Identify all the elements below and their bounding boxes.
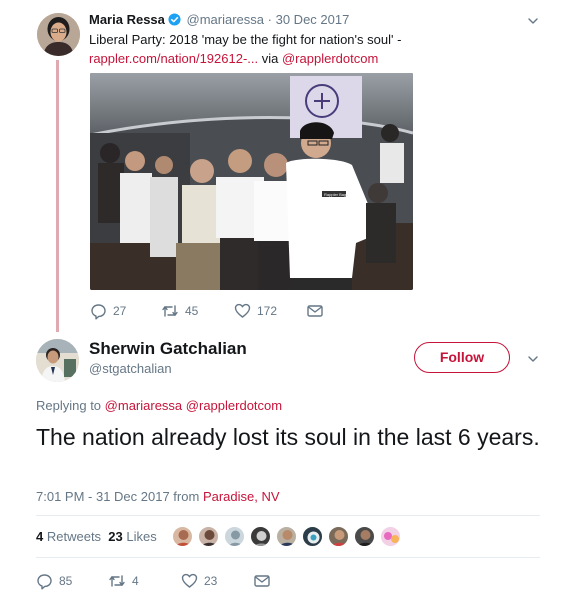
retweets-stat[interactable]: 4 Retweets	[36, 529, 101, 544]
author-avatar[interactable]	[37, 13, 80, 56]
time-date[interactable]: 7:01 PM - 31 Dec 2017 from	[36, 489, 199, 504]
reply-author-handle[interactable]: @stgatchalian	[89, 361, 172, 376]
reply-icon	[36, 573, 53, 590]
retweet-action[interactable]: 4	[108, 571, 139, 591]
tweet-text-line: Liberal Party: 2018 'may be the fight fo…	[89, 32, 402, 47]
retweet-count: 4	[132, 574, 139, 588]
divider	[36, 557, 540, 558]
author-handle[interactable]: @mariaressa	[187, 12, 265, 27]
reply-tweet-text: The nation already lost its soul in the …	[36, 424, 540, 450]
follow-button[interactable]: Follow	[414, 342, 510, 373]
like-action[interactable]: 23	[181, 571, 217, 591]
liker-avatar[interactable]	[302, 526, 323, 547]
replying-to-label: Replying to	[36, 398, 102, 413]
mention-link[interactable]: @mariaressa	[105, 398, 183, 413]
liker-avatar[interactable]	[250, 526, 271, 547]
like-count: 172	[257, 304, 278, 318]
liker-avatar[interactable]	[198, 526, 219, 547]
location-link[interactable]: Paradise, NV	[203, 489, 280, 504]
reply-icon	[90, 303, 107, 320]
replying-to: Replying to @mariaressa @rapplerdotcom	[36, 398, 282, 413]
reply-action[interactable]: 27	[90, 301, 126, 321]
divider	[36, 515, 540, 516]
tweet-photo[interactable]: Rappler Bags	[90, 73, 413, 290]
envelope-icon	[254, 574, 270, 588]
heart-icon	[181, 573, 198, 589]
liker-avatar[interactable]	[172, 526, 193, 547]
like-action[interactable]: 172	[234, 301, 277, 321]
liker-avatar[interactable]	[380, 526, 401, 547]
reply-action[interactable]: 85	[36, 571, 72, 591]
tweet-timestamp: 7:01 PM - 31 Dec 2017 from Paradise, NV	[36, 489, 280, 504]
retweets-stat-count: 4	[36, 529, 44, 544]
liker-avatar[interactable]	[354, 526, 375, 547]
retweet-icon	[108, 573, 126, 589]
reply-author-avatar[interactable]	[36, 339, 79, 382]
likes-stat-count: 23	[108, 529, 123, 544]
via-label: via	[261, 51, 279, 66]
retweets-stat-label: Retweets	[46, 529, 102, 544]
like-count: 23	[204, 574, 218, 588]
reply-count: 85	[59, 574, 73, 588]
tweet-stats: 4 Retweets 23 Likes	[36, 529, 157, 544]
liker-avatar[interactable]	[276, 526, 297, 547]
shirt-sign-text: Rappler Bags	[324, 192, 348, 197]
retweet-action[interactable]: 45	[161, 301, 198, 321]
parent-tweet: Maria Ressa @mariaressa · 30 Dec 2017 Li…	[0, 0, 576, 332]
reply-count: 27	[113, 304, 127, 318]
liker-avatar[interactable]	[224, 526, 245, 547]
chevron-down-icon[interactable]	[526, 14, 540, 28]
reply-author-name[interactable]: Sherwin Gatchalian	[89, 339, 247, 359]
verified-badge-icon	[168, 13, 181, 29]
envelope-icon	[307, 304, 323, 318]
retweet-count: 45	[185, 304, 199, 318]
likes-stat[interactable]: 23 Likes	[108, 529, 156, 544]
liker-avatar[interactable]	[328, 526, 349, 547]
heart-icon	[234, 303, 251, 319]
retweet-icon	[161, 303, 179, 319]
chevron-down-icon[interactable]	[526, 352, 540, 366]
tweet-text: Liberal Party: 2018 'may be the fight fo…	[89, 30, 419, 68]
article-link[interactable]: rappler.com/nation/192612-...	[89, 51, 258, 66]
tweet-date[interactable]: 30 Dec 2017	[276, 12, 350, 27]
tweet-header: Maria Ressa @mariaressa · 30 Dec 2017	[89, 12, 349, 29]
thread-connector-line	[56, 60, 59, 332]
direct-message-action[interactable]	[254, 571, 270, 591]
separator-dot: ·	[267, 12, 272, 27]
author-name[interactable]: Maria Ressa	[89, 12, 165, 27]
via-mention-link[interactable]: @rapplerdotcom	[282, 51, 378, 66]
mention-link[interactable]: @rapplerdotcom	[186, 398, 282, 413]
likes-stat-label: Likes	[126, 529, 157, 544]
direct-message-action[interactable]	[307, 301, 323, 321]
